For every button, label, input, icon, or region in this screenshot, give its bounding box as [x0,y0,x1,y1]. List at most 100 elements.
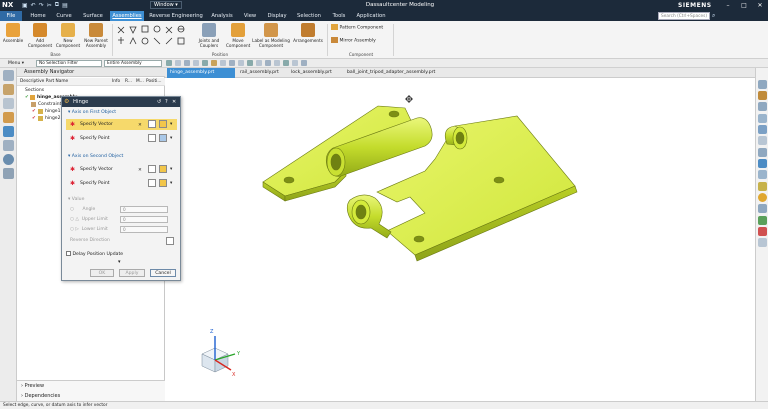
move-component-button[interactable]: Move Component [226,23,250,48]
label-as-modeling-component-button[interactable]: Label as Modeling Component [252,23,290,48]
snap-icon[interactable] [220,60,226,66]
snap-icon[interactable] [283,60,289,66]
snap-icon[interactable] [247,60,253,66]
window-dropdown[interactable]: Window ▾ [150,1,182,9]
tab-hinge-assembly[interactable]: hinge_assembly.prt [167,68,235,78]
menu-analysis[interactable]: Analysis [208,11,236,21]
section-value[interactable]: ▾ Value [68,197,84,202]
column-info[interactable]: Info [112,78,120,86]
section-second-object[interactable]: ▾ Axis on Second Object [68,154,123,159]
view-icon[interactable] [758,216,767,225]
save-icon[interactable]: ▣ [22,2,28,9]
dropdown-arrow-icon[interactable]: ▾ [170,164,172,175]
apply-button[interactable]: Apply [119,269,145,277]
column-position[interactable]: Positi... [146,78,161,86]
scope-dropdown[interactable]: Entire Assembly [104,60,162,67]
view-icon[interactable] [758,193,767,202]
menu-application[interactable]: Application [354,11,388,21]
view-icon[interactable] [758,102,767,111]
snap-icon[interactable] [301,60,307,66]
view-icon[interactable] [758,91,767,100]
point-dialog-icon[interactable] [148,134,156,142]
undo-icon[interactable]: ↶ [31,2,36,9]
assemble-button[interactable]: Assemble [2,23,24,43]
minimize-icon[interactable]: – [720,0,736,11]
menu-view[interactable]: View [240,11,260,21]
history-icon[interactable] [3,154,14,165]
tab-lock-assembly[interactable]: lock_assembly.prt [288,68,343,78]
snap-icon[interactable] [184,60,190,66]
specify-vector-row-1[interactable]: ✱ Specify Vector ✕ ▾ [66,119,177,130]
dependencies-panel[interactable]: › Dependencies [21,393,60,399]
check-icon[interactable]: ✔ [32,108,36,115]
angle-field[interactable]: 0 [120,206,168,213]
menu-selection[interactable]: Selection [294,11,324,21]
view-icon[interactable] [758,238,767,247]
section-first-object[interactable]: ▾ Axis on First Object [68,110,116,115]
upper-limit-field[interactable]: 0 [120,216,168,223]
specify-vector-row-2[interactable]: ✱ Specify Vector ✕ ▾ [66,164,177,175]
settings-icon[interactable] [3,70,14,81]
check-icon[interactable]: ✔ [32,115,36,122]
new-parent-assembly-button[interactable]: New Parent Assembly [83,23,109,48]
column-descriptive-name[interactable]: Descriptive Part Name [20,78,68,86]
cut-icon[interactable]: ✂ [47,2,52,9]
view-icon[interactable] [758,136,767,145]
help-icon[interactable]: ? [165,97,168,107]
arrangements-button[interactable]: Arrangements [292,23,324,43]
dropdown-arrow-icon[interactable]: ▾ [170,133,172,144]
snap-icon[interactable] [238,60,244,66]
search-icon[interactable]: ⌕ [712,12,715,20]
graphics-window[interactable]: Z Y X [165,78,755,401]
snap-icon[interactable] [193,60,199,66]
snap-icon[interactable] [202,60,208,66]
part-navigator-icon[interactable] [3,84,14,95]
dropdown-arrow-icon[interactable]: ▾ [170,119,172,130]
mirror-assembly-button[interactable]: Mirror Assembly [331,37,391,45]
vector-type-icon[interactable] [159,165,167,173]
cancel-button[interactable]: Cancel [150,269,176,277]
snap-icon[interactable] [166,60,172,66]
view-icon[interactable] [758,80,767,89]
column-m[interactable]: M... [136,78,144,86]
snap-icon[interactable] [256,60,262,66]
view-icon[interactable] [758,182,767,191]
joints-and-couplers-button[interactable]: Joints and Couplers [194,23,224,48]
reuse-library-icon[interactable] [3,126,14,137]
paste-icon[interactable]: ▤ [62,2,68,9]
reverse-icon[interactable]: ✕ [138,120,146,128]
snap-icon[interactable] [211,60,217,66]
copy-icon[interactable]: ⧉ [55,1,59,9]
tree-row-sections[interactable]: Sections [17,87,165,94]
new-component-button[interactable]: New Component [55,23,81,48]
menu-file[interactable]: File [0,11,22,21]
view-icon[interactable] [758,204,767,213]
dialog-close-icon[interactable]: ✕ [172,97,176,107]
specify-point-row-1[interactable]: ✱ Specify Point ▾ [66,133,177,144]
menu-reverse-engineering[interactable]: Reverse Engineering [148,11,204,21]
ok-button[interactable]: OK [90,269,114,277]
snap-icon[interactable] [274,60,280,66]
pattern-component-button[interactable]: Pattern Component [331,24,391,32]
menu-surface[interactable]: Surface [80,11,106,21]
snap-icon[interactable] [265,60,271,66]
dropdown-arrow-icon[interactable]: ▾ [170,178,172,189]
reset-icon[interactable]: ↺ [157,97,161,107]
tab-rail-assembly[interactable]: rail_assembly.prt [237,68,287,78]
menu-display[interactable]: Display [264,11,290,21]
menu-curve[interactable]: Curve [52,11,76,21]
close-icon[interactable]: ✕ [752,0,768,11]
check-icon[interactable]: ✔ [25,94,29,101]
snap-icon[interactable] [292,60,298,66]
roles-icon[interactable] [3,168,14,179]
view-icon[interactable] [758,170,767,179]
redo-icon[interactable]: ↷ [39,2,44,9]
point-type-icon[interactable] [159,179,167,187]
view-icon[interactable] [758,148,767,157]
specify-point-row-2[interactable]: ✱ Specify Point ▾ [66,178,177,189]
menu-home[interactable]: Home [26,11,50,21]
lower-limit-field[interactable]: 0 [120,226,168,233]
view-icon[interactable] [758,114,767,123]
reverse-direction-icon[interactable] [166,237,174,245]
selection-filter-dropdown[interactable]: No Selection Filter [36,60,102,67]
